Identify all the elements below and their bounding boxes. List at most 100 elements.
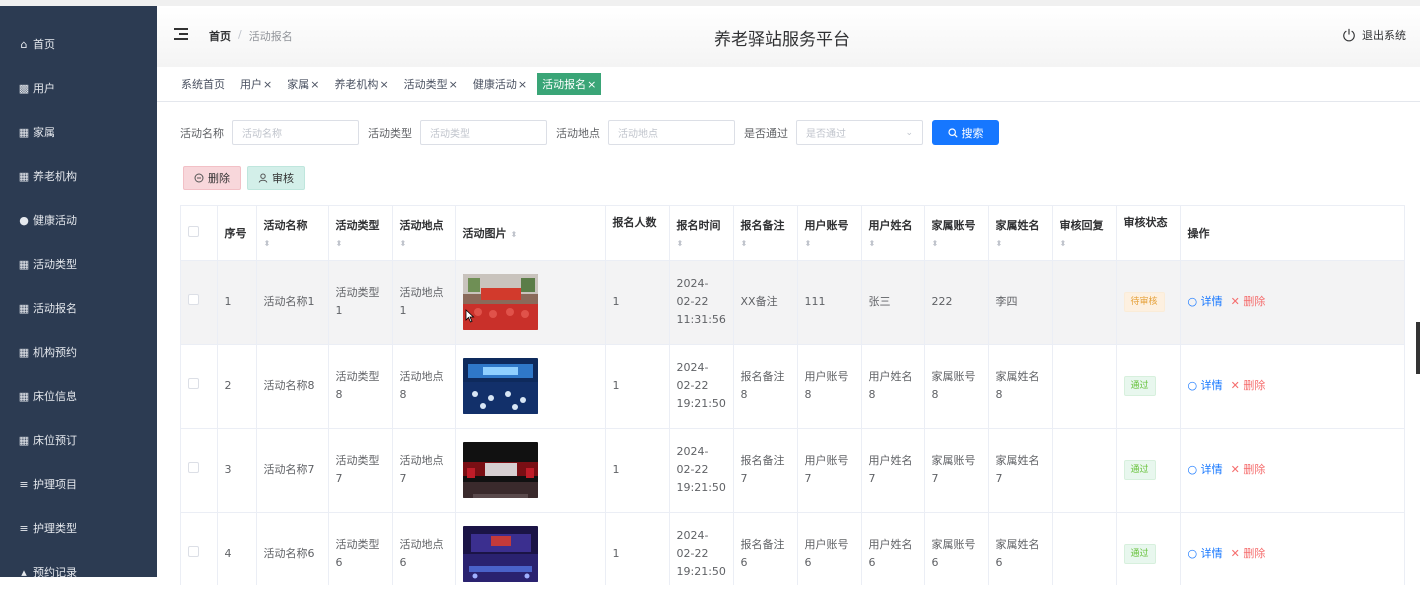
batch-delete-button[interactable]: 删除 [183, 166, 241, 190]
row-checkbox-cell[interactable] [181, 428, 218, 513]
sidebar-item[interactable]: ▦ 床位预订 [0, 418, 157, 462]
table-row[interactable]: 2 活动名称8 活动类型8 活动地点8 1 2024-02-22 19:21:50 报名备注… [181, 344, 1404, 429]
tab[interactable]: 健康活动 × [468, 73, 532, 95]
delete-label: 删除 [1243, 295, 1266, 308]
sidebar-item[interactable]: ≡ 护理项目 [0, 462, 157, 506]
delete-button[interactable]: ✕ 删除 [1231, 377, 1266, 395]
column-header-label: 报名时间 [676, 219, 721, 233]
tab[interactable]: 用户 × [235, 73, 277, 95]
sidebar-item-label: 护理类型 [33, 522, 77, 535]
sort-icon[interactable]: ⬍ [741, 240, 790, 248]
row-checkbox-cell[interactable] [181, 344, 218, 429]
logout-button[interactable]: 退出系统 [1342, 27, 1406, 43]
detail-label: 详情 [1200, 547, 1223, 560]
scrollbar-handle[interactable] [1416, 322, 1420, 374]
row-checkbox[interactable] [188, 294, 199, 305]
column-header[interactable]: 活动名称 ⬍ [256, 206, 329, 261]
sort-icon[interactable]: ⬍ [869, 240, 917, 248]
column-header[interactable]: 活动图片 ⬍ [455, 206, 606, 261]
tab[interactable]: 养老机构 × [329, 73, 393, 95]
cell-type: 活动类型8 [328, 344, 393, 429]
sidebar-item[interactable]: ▦ 床位信息 [0, 374, 157, 418]
search-place-input[interactable]: 活动地点 [608, 120, 735, 145]
column-header[interactable]: 家属姓名 ⬍ [988, 206, 1053, 261]
sort-icon[interactable]: ⬍ [336, 240, 385, 248]
tab-close-icon[interactable]: × [449, 78, 458, 91]
cell-no: 4 [217, 512, 257, 585]
row-checkbox-cell[interactable] [181, 260, 218, 345]
delete-button[interactable]: ✕ 删除 [1231, 461, 1266, 479]
sidebar-item-label: 养老机构 [33, 170, 77, 183]
sort-icon[interactable]: ⬍ [511, 230, 518, 239]
sort-icon[interactable]: ⬍ [932, 240, 981, 248]
column-header[interactable]: 报名备注 ⬍ [733, 206, 798, 261]
sidebar-item[interactable]: ▴ 预约记录 [0, 550, 157, 594]
cell-name: 活动名称1 [256, 260, 329, 345]
tab-close-icon[interactable]: × [587, 78, 596, 91]
row-checkbox[interactable] [188, 546, 199, 557]
tab[interactable]: 活动类型 × [399, 73, 463, 95]
table-row[interactable]: 1 活动名称1 活动类型1 活动地点1 1 2024-02-22 11:31:56 XX备注… [181, 260, 1404, 345]
row-checkbox[interactable] [188, 462, 199, 473]
tab[interactable]: 家属 × [282, 73, 324, 95]
activity-image[interactable] [462, 442, 538, 498]
cell-no: 1 [217, 260, 257, 345]
sort-icon[interactable]: ⬍ [400, 240, 448, 248]
tab-close-icon[interactable]: × [263, 78, 272, 91]
sidebar-item[interactable]: ▦ 养老机构 [0, 154, 157, 198]
column-header: 操作 [1180, 206, 1404, 261]
tab-close-icon[interactable]: × [518, 78, 527, 91]
sidebar-item[interactable]: ● 健康活动 [0, 198, 157, 242]
detail-button[interactable]: ○ 详情 [1188, 293, 1223, 311]
search-name-input[interactable]: 活动名称 [232, 120, 359, 145]
select-all-checkbox-cell[interactable] [181, 206, 218, 261]
sort-icon[interactable]: ⬍ [677, 240, 726, 248]
detail-button[interactable]: ○ 详情 [1188, 461, 1223, 479]
row-checkbox-cell[interactable] [181, 512, 218, 585]
sort-icon[interactable]: ⬍ [805, 240, 854, 248]
cell-username: 用户姓名8 [861, 344, 925, 429]
row-checkbox[interactable] [188, 378, 199, 389]
sidebar-item-label: 家属 [33, 126, 55, 139]
search-button[interactable]: 搜索 [932, 120, 999, 145]
tab-label: 养老机构 [334, 78, 379, 91]
sort-icon[interactable]: ⬍ [1060, 240, 1109, 248]
sidebar-item[interactable]: ≡ 护理类型 [0, 506, 157, 550]
activity-image[interactable] [462, 526, 538, 582]
search-type-input[interactable]: 活动类型 [420, 120, 547, 145]
tab-close-icon[interactable]: × [379, 78, 388, 91]
activity-image[interactable] [462, 358, 538, 414]
sidebar-item[interactable]: ▦ 活动报名 [0, 286, 157, 330]
column-header[interactable]: 用户账号 ⬍ [797, 206, 862, 261]
tab[interactable]: 系统首页 [176, 73, 230, 95]
sort-icon[interactable]: ⬍ [996, 240, 1045, 248]
sidebar-item[interactable]: ⌂ 首页 [0, 22, 157, 66]
detail-button[interactable]: ○ 详情 [1188, 545, 1223, 563]
sidebar-item[interactable]: ▦ 机构预约 [0, 330, 157, 374]
select-all-checkbox[interactable] [188, 225, 199, 237]
detail-label: 详情 [1200, 295, 1223, 308]
sidebar-item[interactable]: ▦ 家属 [0, 110, 157, 154]
sort-icon[interactable]: ⬍ [264, 240, 321, 248]
table-row[interactable]: 4 活动名称6 活动类型6 活动地点6 1 2024-02-22 19:21:50 报名备注… [181, 512, 1404, 585]
audit-label: 审核 [272, 172, 294, 185]
search-approved-select[interactable]: 是否通过 ⌄ [796, 120, 923, 145]
cell-remark: XX备注 [733, 260, 798, 345]
column-header[interactable]: 家属账号 ⬍ [924, 206, 989, 261]
tab-close-icon[interactable]: × [310, 78, 319, 91]
delete-button[interactable]: ✕ 删除 [1231, 545, 1266, 563]
sidebar-item[interactable]: ▦ 活动类型 [0, 242, 157, 286]
column-header[interactable]: 活动地点 ⬍ [392, 206, 456, 261]
column-header[interactable]: 用户姓名 ⬍ [861, 206, 925, 261]
sidebar-item[interactable]: ▩ 用户 [0, 66, 157, 110]
detail-button[interactable]: ○ 详情 [1188, 377, 1223, 395]
tab[interactable]: 活动报名 × [537, 73, 602, 95]
table-row[interactable]: 3 活动名称7 活动类型7 活动地点7 1 2024-02-22 19:21:50 报名备注… [181, 428, 1404, 513]
column-header-label: 活动名称 [263, 219, 308, 233]
column-header[interactable]: 审核回复 ⬍ [1052, 206, 1117, 261]
column-header[interactable]: 活动类型 ⬍ [328, 206, 393, 261]
column-header[interactable]: 报名时间 ⬍ [669, 206, 734, 261]
delete-button[interactable]: ✕ 删除 [1231, 293, 1266, 311]
cell-time: 2024-02-22 11:31:56 [669, 260, 734, 345]
audit-button[interactable]: 审核 [247, 166, 305, 190]
